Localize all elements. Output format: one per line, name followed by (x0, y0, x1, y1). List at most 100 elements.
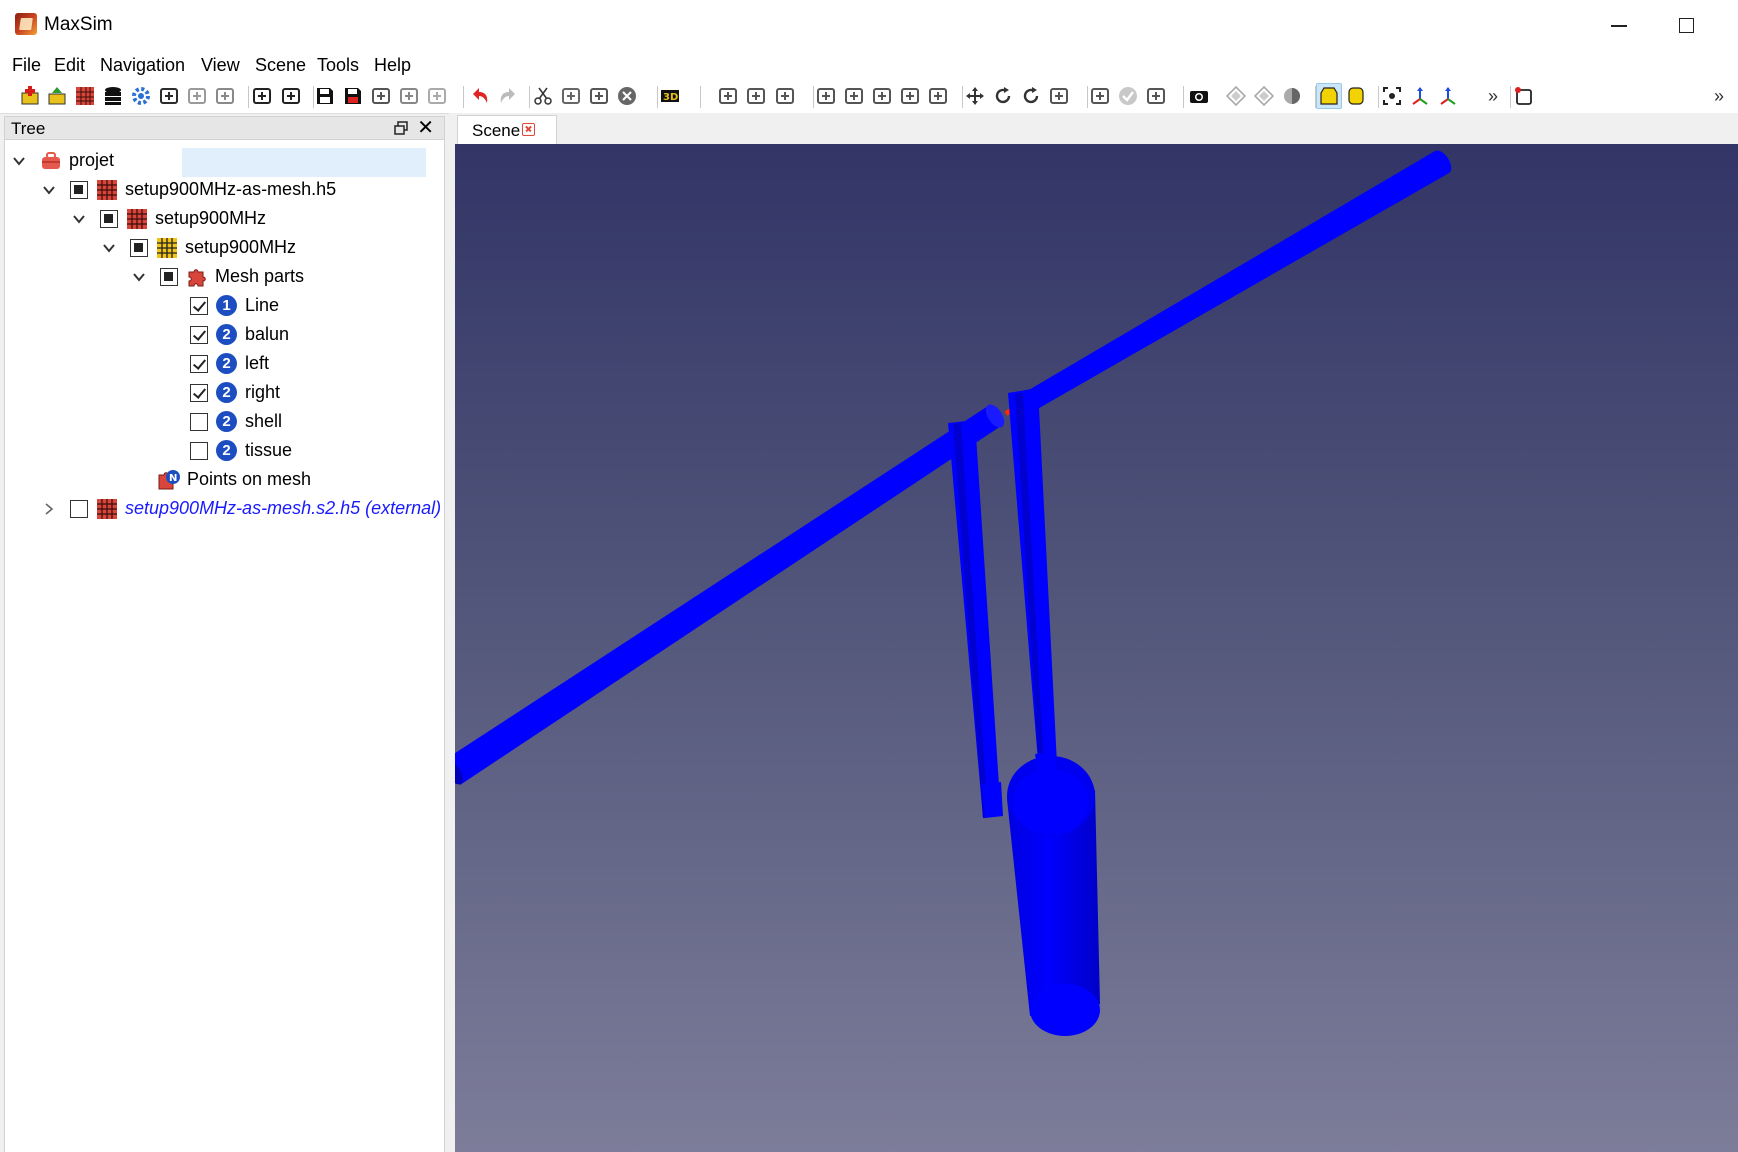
3d-viewport[interactable] (455, 144, 1738, 1152)
copy-icon[interactable] (559, 84, 583, 108)
box-view-icon[interactable] (1512, 84, 1536, 108)
visibility-checkbox[interactable] (190, 354, 208, 373)
menu-edit[interactable]: Edit (54, 55, 85, 76)
camera-icon[interactable] (1187, 84, 1211, 108)
sphere-icon[interactable] (397, 84, 421, 108)
tree-item-10[interactable]: 2 tissue (190, 436, 292, 465)
chevron-down-icon[interactable] (42, 183, 56, 197)
shading-smooth-icon[interactable] (1316, 83, 1342, 109)
menu-file[interactable]: File (12, 55, 41, 76)
export-icon[interactable] (279, 84, 303, 108)
tree-item-12[interactable]: setup900MHz-as-mesh.s2.h5 (external) (42, 494, 441, 523)
chevron-down-icon[interactable] (12, 154, 26, 168)
shading-flat-icon[interactable] (1344, 84, 1368, 108)
tree-item-label: setup900MHz-as-mesh.h5 (125, 179, 337, 199)
delete-icon[interactable] (615, 84, 639, 108)
axes-small-icon[interactable] (1436, 84, 1460, 108)
maximize-button[interactable] (1672, 12, 1700, 38)
visibility-checkbox[interactable] (190, 383, 208, 402)
tree-item-8[interactable]: 2 right (190, 378, 280, 407)
scale-icon[interactable] (1047, 84, 1071, 108)
tree-item-6[interactable]: 2 balun (190, 320, 289, 349)
tree-item-2[interactable]: setup900MHz (72, 204, 266, 233)
reset-icon[interactable] (1088, 84, 1112, 108)
solver-icon[interactable] (425, 84, 449, 108)
visibility-checkbox[interactable] (70, 499, 88, 518)
new-project-icon[interactable] (18, 84, 42, 108)
minimize-button[interactable] (1605, 12, 1633, 38)
visibility-checkbox[interactable] (190, 441, 208, 460)
open-project-icon[interactable] (45, 84, 69, 108)
add-part-icon[interactable] (716, 84, 740, 108)
axes-icon[interactable] (1408, 84, 1432, 108)
menu-scene[interactable]: Scene (255, 55, 306, 76)
refresh-icon[interactable] (1019, 84, 1043, 108)
validate-icon[interactable] (1116, 84, 1140, 108)
visibility-checkbox[interactable] (190, 325, 208, 344)
transform-icon[interactable] (926, 84, 950, 108)
tree-item-1[interactable]: setup900MHz-as-mesh.h5 (42, 175, 336, 204)
settings-gear-icon[interactable] (129, 84, 153, 108)
mesh-icon[interactable] (73, 84, 97, 108)
tree-item-11[interactable]: N Points on mesh (158, 465, 311, 494)
view-iso-icon[interactable] (1280, 84, 1304, 108)
close-tab-icon[interactable] (522, 123, 535, 136)
view-front-icon[interactable] (1224, 84, 1248, 108)
probe-icon[interactable] (842, 84, 866, 108)
puzzle-icon (186, 266, 208, 288)
save-as-icon[interactable] (341, 84, 365, 108)
toolbar-separator (463, 86, 464, 108)
undo-icon[interactable] (468, 84, 492, 108)
save-all-icon[interactable] (369, 84, 393, 108)
visibility-checkbox[interactable] (100, 209, 118, 228)
visibility-checkbox[interactable] (190, 296, 208, 315)
dipole-left-arm (455, 404, 1005, 785)
import-icon[interactable] (250, 84, 274, 108)
bar-chart-icon[interactable] (185, 84, 209, 108)
toolbar-overflow-button-right[interactable]: » (1714, 86, 1724, 107)
tools-icon[interactable] (213, 84, 237, 108)
run-icon[interactable] (1144, 84, 1168, 108)
tree-item-5[interactable]: 1 Line (190, 291, 279, 320)
mesh-grid-icon (156, 237, 178, 259)
chevron-down-icon[interactable] (132, 270, 146, 284)
source-icon[interactable] (870, 84, 894, 108)
save-icon[interactable] (313, 84, 337, 108)
view-side-icon[interactable] (1252, 84, 1276, 108)
database-icon[interactable] (101, 84, 125, 108)
visibility-checkbox[interactable] (130, 238, 148, 257)
menu-help[interactable]: Help (374, 55, 411, 76)
paste-icon[interactable] (587, 84, 611, 108)
cut-icon[interactable] (531, 84, 555, 108)
close-panel-icon[interactable]: ✕ (417, 118, 434, 138)
menu-tools[interactable]: Tools (317, 55, 359, 76)
fit-view-icon[interactable] (1380, 84, 1404, 108)
visibility-checkbox[interactable] (190, 412, 208, 431)
tree-item-3[interactable]: setup900MHz (102, 233, 296, 262)
visibility-checkbox[interactable] (70, 180, 88, 199)
cloud-icon[interactable] (814, 84, 838, 108)
tab-scene[interactable]: Scene (457, 115, 557, 144)
balun-right-conductor (1008, 388, 1058, 786)
tree-item-9[interactable]: 2 shell (190, 407, 282, 436)
tree-item-label: left (245, 353, 270, 373)
remove-part-icon[interactable] (773, 84, 797, 108)
menu-view[interactable]: View (201, 55, 240, 76)
rotate-part-icon[interactable] (898, 84, 922, 108)
chevron-down-icon[interactable] (72, 212, 86, 226)
toolbar-overflow-button[interactable]: » (1488, 86, 1498, 107)
move-icon[interactable] (963, 84, 987, 108)
visibility-checkbox[interactable] (160, 267, 178, 286)
redo-icon[interactable] (496, 84, 520, 108)
chevron-right-icon[interactable] (42, 502, 56, 516)
tree-item-7[interactable]: 2 left (190, 349, 269, 378)
menu-navigation[interactable]: Navigation (100, 55, 185, 76)
float-panel-icon[interactable] (394, 121, 408, 135)
3d-icon[interactable]: 3D (658, 84, 682, 108)
chevron-down-icon[interactable] (102, 241, 116, 255)
edit-part-icon[interactable] (744, 84, 768, 108)
chart-icon[interactable] (157, 84, 181, 108)
tree-item-4[interactable]: Mesh parts (132, 262, 304, 291)
rotate-icon[interactable] (991, 84, 1015, 108)
tree-item-0[interactable]: projet (12, 146, 114, 175)
